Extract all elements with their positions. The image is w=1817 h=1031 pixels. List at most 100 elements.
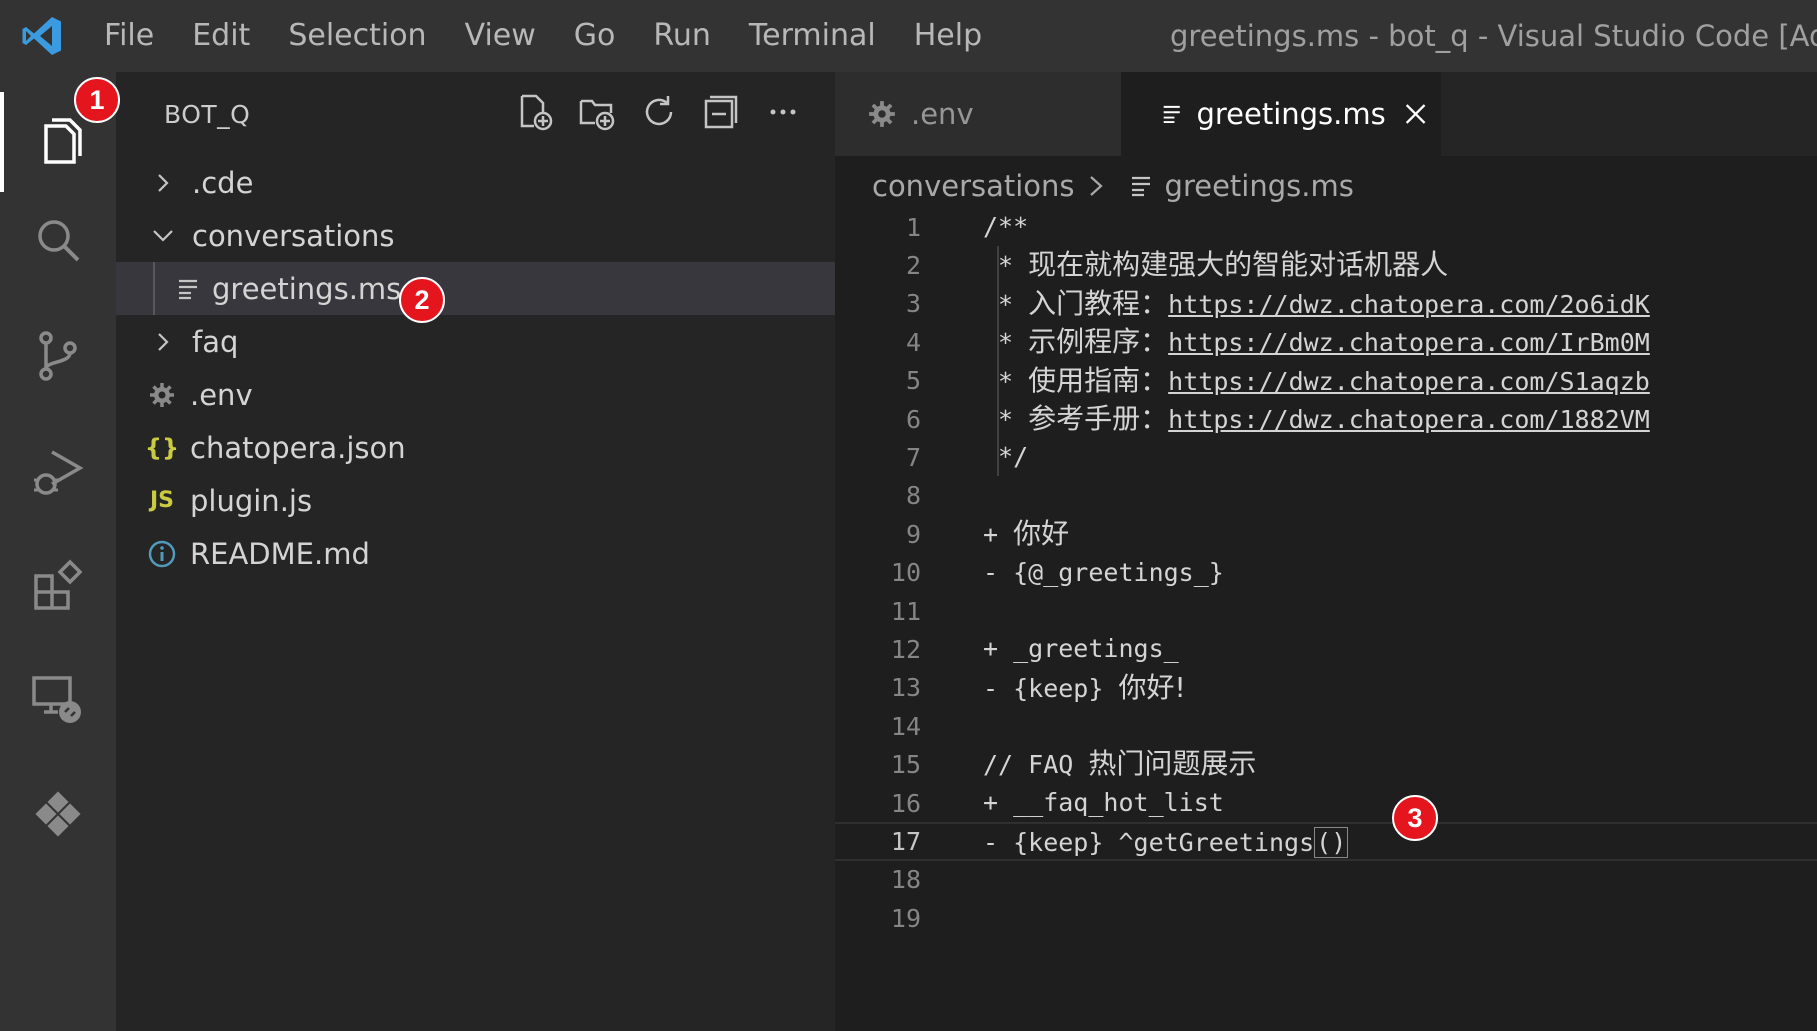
explorer-header: BOT_Q	[116, 72, 835, 156]
tree-item-cde[interactable]: .cde	[116, 156, 835, 209]
explorer-actions	[515, 92, 803, 132]
new-file-icon	[520, 94, 553, 131]
extensions-icon	[34, 559, 83, 610]
tab-env[interactable]: .env	[835, 72, 1121, 156]
code-line: 11	[890, 596, 921, 626]
code-line: 18	[890, 865, 921, 895]
annotation-badge-1: 1	[74, 77, 120, 123]
breadcrumb-file[interactable]: greetings.ms	[1165, 169, 1354, 203]
tree-item-faq[interactable]: faq	[116, 315, 835, 368]
source-control-icon	[39, 331, 77, 381]
tree-item-greetings[interactable]: greetings.ms	[116, 262, 835, 315]
menu-selection[interactable]: Selection	[269, 0, 445, 72]
text-file-icon	[1163, 105, 1180, 124]
collapse-all-icon	[704, 95, 738, 129]
tree-item-label: greetings.ms	[212, 271, 402, 306]
tree-item-label: faq	[192, 324, 239, 359]
code-line: 8	[905, 481, 921, 511]
text-file-icon	[1131, 176, 1150, 197]
code-line: 6 * 参考手册：https://dwz.chatopera.com/1882V…	[905, 401, 1650, 435]
menu-view[interactable]: View	[446, 0, 555, 72]
menu-terminal[interactable]: Terminal	[730, 0, 895, 72]
annotation-badge-3: 3	[1392, 795, 1438, 841]
files-icon	[44, 118, 82, 164]
source-control-button[interactable]	[0, 306, 116, 406]
menu-edit[interactable]: Edit	[173, 0, 269, 72]
collapse-folders-button[interactable]	[701, 92, 741, 132]
title-bar: File Edit Selection View Go Run Terminal…	[0, 0, 1817, 72]
breadcrumb-folder[interactable]: conversations	[872, 169, 1075, 203]
tree-item-readme[interactable]: README.md	[116, 527, 835, 580]
tree-item-conversations[interactable]: conversations	[116, 209, 835, 262]
gear-icon	[869, 101, 895, 127]
chevron-down-icon	[146, 219, 180, 253]
tree-item-label: plugin.js	[190, 483, 313, 518]
editor-tabs: .env greetings.ms	[835, 72, 1817, 156]
activity-bar	[0, 72, 116, 1031]
search-button[interactable]	[0, 190, 116, 290]
code-line: 2 * 现在就构建强大的智能对话机器人	[905, 248, 1449, 282]
tree-item-label: chatopera.json	[190, 430, 406, 465]
code-line: 12 + _greetings_	[890, 634, 1179, 664]
url-link[interactable]: https://dwz.chatopera.com/IrBm0M	[1168, 328, 1650, 357]
new-folder-icon	[579, 99, 615, 131]
url-link[interactable]: https://dwz.chatopera.com/S1aqzb	[1168, 367, 1650, 396]
code-line: 15// FAQ 热门问题展示	[890, 747, 1257, 781]
code-line: 5 * 使用指南：https://dwz.chatopera.com/S1aqz…	[905, 363, 1650, 397]
tree-item-env[interactable]: .env	[116, 368, 835, 421]
more-actions-button[interactable]	[763, 92, 803, 132]
tab-greetings[interactable]: greetings.ms	[1121, 72, 1441, 156]
chatopera-button[interactable]	[0, 764, 116, 864]
tab-label: greetings.ms	[1196, 97, 1386, 131]
code-line: 14	[890, 711, 921, 741]
extensions-button[interactable]	[0, 536, 116, 636]
search-icon	[38, 220, 80, 262]
tree-item-label: conversations	[192, 218, 395, 253]
indent-guide	[153, 262, 155, 315]
tree-item-label: .cde	[192, 165, 254, 200]
gear-icon	[144, 377, 180, 413]
tab-label: .env	[911, 97, 974, 131]
matched-brackets: ()	[1314, 827, 1349, 859]
code-line: 4 * 示例程序：https://dwz.chatopera.com/IrBm0…	[905, 325, 1650, 359]
close-icon[interactable]	[1404, 101, 1427, 127]
info-icon	[144, 536, 180, 572]
js-file-icon: JS	[149, 488, 175, 513]
code-editor[interactable]: 1/** 2 * 现在就构建强大的智能对话机器人 3 * 入门教程：https:…	[835, 208, 1817, 937]
chevron-right-icon	[1089, 176, 1103, 196]
vscode-logo-icon	[0, 0, 84, 72]
remote-explorer-icon	[32, 676, 81, 723]
menu-help[interactable]: Help	[895, 0, 1001, 72]
file-tree: .cde conversations greetings.ms faq .env…	[116, 156, 835, 580]
chatopera-icon	[32, 788, 84, 840]
new-file-button[interactable]	[515, 92, 555, 132]
url-link[interactable]: https://dwz.chatopera.com/2o6idK	[1168, 290, 1650, 319]
code-line: 7 */	[905, 442, 1029, 473]
code-line: 13- {keep} 你好!	[890, 670, 1186, 704]
remote-explorer-button[interactable]	[0, 650, 116, 750]
tree-item-chatopera-json[interactable]: {} chatopera.json	[116, 421, 835, 474]
code-line: 19	[890, 903, 921, 933]
code-line: 10- {@_greetings_}	[890, 557, 1224, 588]
chevron-right-icon	[146, 166, 180, 200]
tree-item-plugin-js[interactable]: JS plugin.js	[116, 474, 835, 527]
code-line: 3 * 入门教程：https://dwz.chatopera.com/2o6id…	[905, 286, 1650, 320]
menu-go[interactable]: Go	[555, 0, 635, 72]
breadcrumb: conversations greetings.ms	[872, 164, 1354, 208]
code-line: 16 + __faq_hot_list	[890, 787, 1224, 818]
menu-run[interactable]: Run	[634, 0, 730, 72]
text-file-icon	[170, 271, 206, 307]
new-folder-button[interactable]	[577, 92, 617, 132]
tree-item-label: README.md	[190, 536, 370, 571]
workspace-title: BOT_Q	[164, 100, 251, 129]
refresh-icon	[645, 96, 673, 126]
menu-file[interactable]: File	[84, 0, 173, 72]
window-title: greetings.ms - bot_q - Visual Studio Cod…	[1170, 19, 1817, 53]
refresh-explorer-button[interactable]	[639, 92, 679, 132]
tree-item-label: .env	[190, 377, 253, 412]
annotation-badge-2: 2	[399, 277, 445, 323]
run-debug-icon	[34, 450, 84, 495]
current-code-line: 17- {keep} ^getGreetings()	[835, 822, 1817, 861]
run-debug-button[interactable]	[0, 422, 116, 522]
url-link[interactable]: https://dwz.chatopera.com/1882VM	[1168, 405, 1650, 434]
